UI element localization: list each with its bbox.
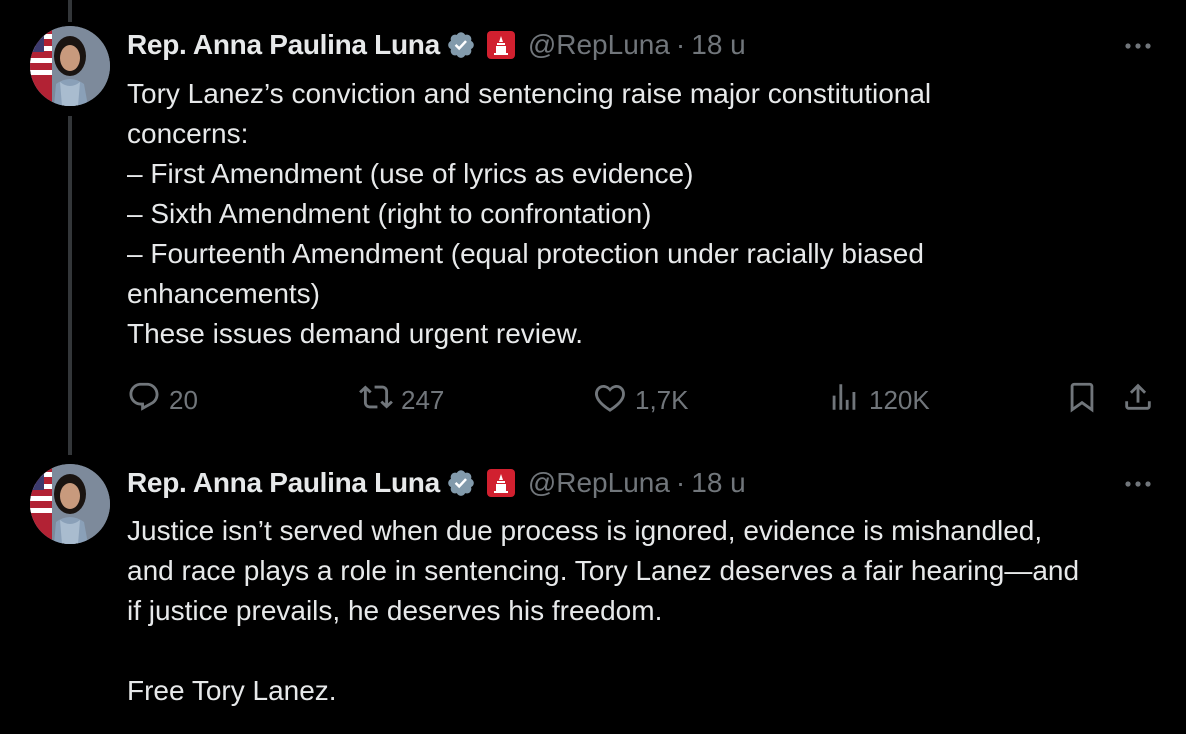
more-icon[interactable] [1120,466,1156,502]
verified-icon[interactable] [446,30,476,60]
author-handle[interactable]: @RepLuna [528,467,670,499]
like-icon [593,380,635,421]
avatar[interactable] [30,26,110,106]
timestamp[interactable]: 18 u [691,467,746,499]
bookmark-button[interactable] [1065,380,1099,420]
government-badge-icon[interactable] [486,30,516,60]
views-icon [827,380,869,421]
avatar-photo [30,26,110,106]
thread-line-top [68,0,72,22]
avatar[interactable] [30,464,110,544]
like-button[interactable]: 1,7K [593,380,689,420]
tweet-header: Rep. Anna Paulina Luna @RepLuna · 18 u [127,465,746,501]
separator-dot: · [675,29,686,60]
verified-icon[interactable] [446,468,476,498]
bookmark-icon [1065,380,1099,421]
more-icon[interactable] [1120,28,1156,64]
thread-line [68,116,72,455]
reply-count: 20 [169,384,198,415]
tweet-text: Tory Lanez’s conviction and sentencing r… [127,78,932,349]
author-handle[interactable]: @RepLuna [528,29,670,61]
share-button[interactable] [1121,380,1155,420]
author-name[interactable]: Rep. Anna Paulina Luna [127,29,440,61]
avatar-photo [30,464,110,544]
reply-button[interactable]: 20 [127,380,198,420]
government-badge-icon[interactable] [486,468,516,498]
tweet-actions: 20 247 1,7K 120K [127,380,1167,420]
repost-count: 247 [401,384,445,415]
repost-button[interactable]: 247 [359,380,444,420]
tweet-text: Justice isn’t served when due process is… [127,515,1080,706]
separator-dot: · [675,467,686,498]
like-count: 1,7K [635,384,689,415]
views-count: 120K [869,384,930,415]
share-icon [1121,380,1155,421]
author-name[interactable]: Rep. Anna Paulina Luna [127,467,440,499]
timestamp[interactable]: 18 u [691,29,746,61]
tweet-header: Rep. Anna Paulina Luna @RepLuna · 18 u [127,27,746,63]
views-button[interactable]: 120K [827,380,930,420]
reply-icon [127,380,169,421]
repost-icon [359,380,401,421]
